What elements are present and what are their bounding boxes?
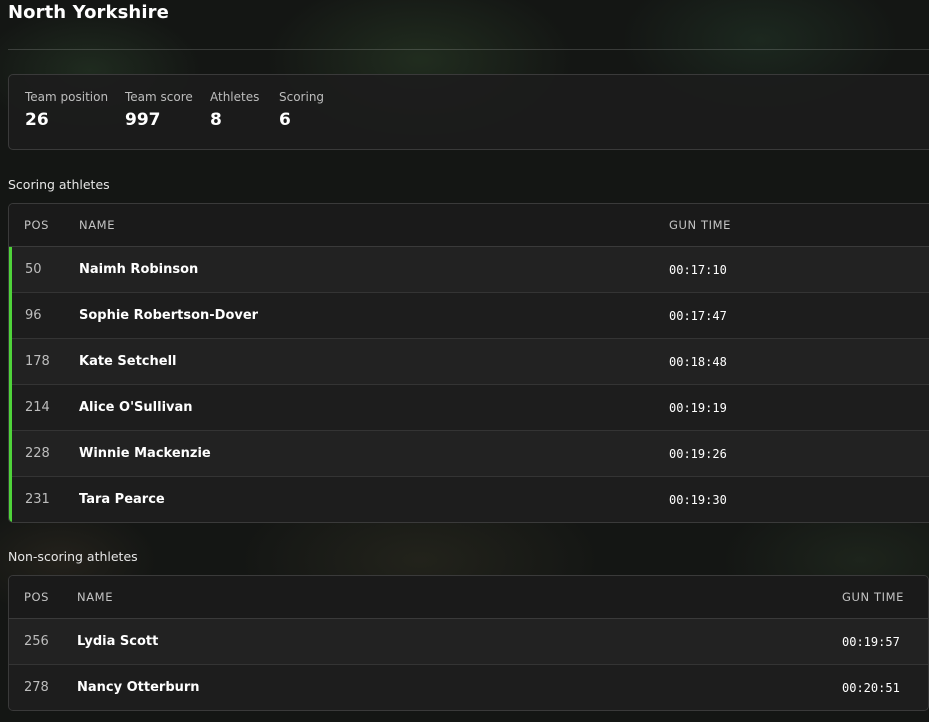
athlete-name-cell[interactable]: Nancy Otterburn bbox=[77, 680, 200, 695]
table-row[interactable]: 278 Nancy Otterburn 00:20:51 bbox=[9, 665, 928, 710]
team-score-value: 997 bbox=[125, 110, 161, 130]
gun-time-cell: 00:19:57 bbox=[842, 635, 900, 649]
table-row[interactable]: 96 Sophie Robertson-Dover 00:17:47 bbox=[9, 293, 929, 339]
position-cell: 256 bbox=[24, 634, 49, 649]
position-cell: 214 bbox=[25, 400, 50, 415]
team-position-stat: Team position 26 bbox=[25, 90, 108, 130]
team-score-label: Team score bbox=[125, 90, 193, 104]
scoring-stat: Scoring 6 bbox=[279, 90, 324, 130]
athletes-stat: Athletes 8 bbox=[210, 90, 259, 130]
table-row[interactable]: 256 Lydia Scott 00:19:57 bbox=[9, 619, 928, 665]
team-position-label: Team position bbox=[25, 90, 109, 104]
athlete-name-cell[interactable]: Naimh Robinson bbox=[79, 262, 198, 277]
athlete-name-cell[interactable]: Winnie Mackenzie bbox=[79, 446, 211, 461]
position-cell: 178 bbox=[25, 354, 50, 369]
column-header-pos[interactable]: POS bbox=[24, 218, 49, 232]
position-cell: 278 bbox=[24, 680, 49, 695]
table-row[interactable]: 50 Naimh Robinson 00:17:10 bbox=[9, 247, 929, 293]
column-header-name[interactable]: NAME bbox=[79, 218, 115, 232]
gun-time-cell: 00:19:19 bbox=[669, 401, 727, 415]
non-scoring-athletes-heading: Non-scoring athletes bbox=[8, 549, 138, 564]
gun-time-cell: 00:17:10 bbox=[669, 263, 727, 277]
column-header-gun-time[interactable]: GUN TIME bbox=[669, 218, 731, 232]
gun-time-cell: 00:20:51 bbox=[842, 681, 900, 695]
scoring-label: Scoring bbox=[279, 90, 325, 104]
gun-time-cell: 00:18:48 bbox=[669, 355, 727, 369]
scoring-athletes-heading: Scoring athletes bbox=[8, 177, 110, 192]
team-summary-card: Team position 26 Team score 997 Athletes… bbox=[8, 74, 929, 150]
position-cell: 50 bbox=[25, 262, 42, 277]
scoring-value: 6 bbox=[279, 110, 291, 130]
non-scoring-athletes-table: POS NAME GUN TIME 256 Lydia Scott 00:19:… bbox=[8, 575, 929, 711]
athlete-name-cell[interactable]: Lydia Scott bbox=[77, 634, 158, 649]
table-row[interactable]: 178 Kate Setchell 00:18:48 bbox=[9, 339, 929, 385]
scoring-athletes-table: POS NAME GUN TIME 50 Naimh Robinson 00:1… bbox=[8, 203, 929, 523]
position-cell: 96 bbox=[25, 308, 42, 323]
page-title: North Yorkshire bbox=[8, 2, 169, 23]
gun-time-cell: 00:19:26 bbox=[669, 447, 727, 461]
team-position-value: 26 bbox=[25, 110, 49, 130]
athletes-label: Athletes bbox=[210, 90, 260, 104]
table-header: POS NAME GUN TIME bbox=[9, 204, 929, 247]
athlete-name-cell[interactable]: Tara Pearce bbox=[79, 492, 165, 507]
column-header-pos[interactable]: POS bbox=[24, 590, 49, 604]
table-row[interactable]: 231 Tara Pearce 00:19:30 bbox=[9, 477, 929, 522]
athlete-name-cell[interactable]: Alice O'Sullivan bbox=[79, 400, 193, 415]
table-row[interactable]: 228 Winnie Mackenzie 00:19:26 bbox=[9, 431, 929, 477]
table-row[interactable]: 214 Alice O'Sullivan 00:19:19 bbox=[9, 385, 929, 431]
column-header-name[interactable]: NAME bbox=[77, 590, 113, 604]
athletes-value: 8 bbox=[210, 110, 222, 130]
athlete-name-cell[interactable]: Kate Setchell bbox=[79, 354, 177, 369]
gun-time-cell: 00:17:47 bbox=[669, 309, 727, 323]
gun-time-cell: 00:19:30 bbox=[669, 493, 727, 507]
column-header-gun-time[interactable]: GUN TIME bbox=[842, 590, 904, 604]
title-divider bbox=[8, 49, 929, 50]
team-score-stat: Team score 997 bbox=[125, 90, 193, 130]
athlete-name-cell[interactable]: Sophie Robertson-Dover bbox=[79, 308, 258, 323]
table-header: POS NAME GUN TIME bbox=[9, 576, 928, 619]
position-cell: 228 bbox=[25, 446, 50, 461]
position-cell: 231 bbox=[25, 492, 50, 507]
